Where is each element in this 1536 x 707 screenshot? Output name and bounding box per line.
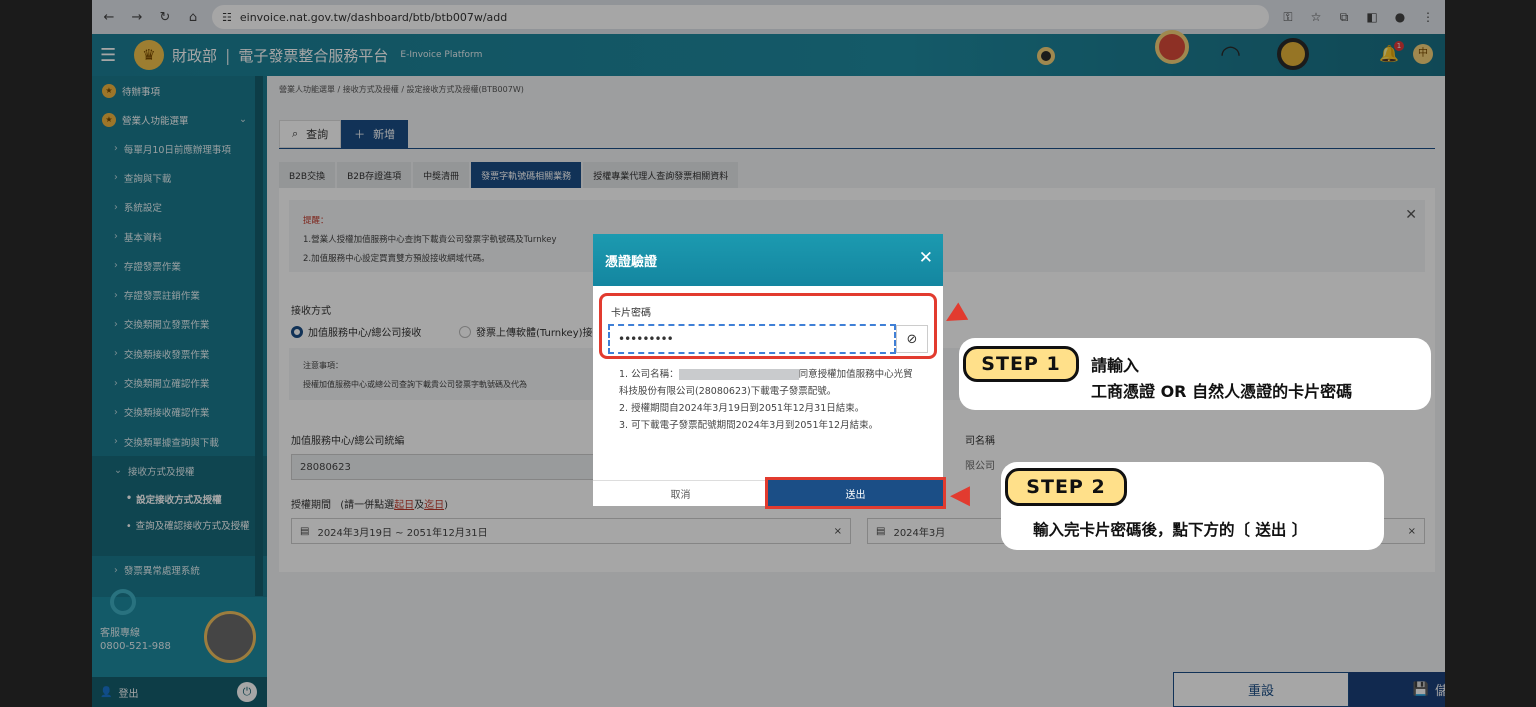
dialog-header: 憑證驗證	[593, 234, 943, 286]
step1-line1: 請輸入	[1091, 356, 1140, 375]
step2-text: 輸入完卡片密碼後，點下方的〔 送出 〕	[1033, 521, 1308, 539]
terms-text: 公司名稱：	[631, 369, 679, 380]
terms-number: 1.	[619, 369, 629, 380]
terms-item: 1. 公司名稱： 同意授權加值服務中心光貿科技股份有限公司(28080623)下載…	[619, 366, 919, 400]
toggle-visibility-icon[interactable]: ⊘	[896, 325, 928, 353]
terms-item: 2. 授權期間自2024年3月19日到2051年12月31日結束。	[619, 400, 919, 417]
terms-text: 授權期間自2024年3月19日到2051年12月31日結束。	[631, 403, 865, 414]
close-icon[interactable]: ✕	[919, 248, 933, 268]
redacted-company-name	[678, 369, 799, 380]
card-password-input[interactable]: •••••••••	[608, 324, 896, 354]
card-password-label: 卡片密碼	[611, 308, 651, 319]
arrow-left-icon: ◀	[950, 480, 970, 510]
step1-line2: 工商憑證 OR 自然人憑證的卡片密碼	[1091, 382, 1353, 401]
dialog-title: 憑證驗證	[605, 254, 658, 270]
dialog-terms-list: 1. 公司名稱： 同意授權加值服務中心光貿科技股份有限公司(28080623)下載…	[619, 366, 919, 434]
terms-text: 可下載電子發票配號期間2024年3月到2051年12月結束。	[631, 420, 879, 431]
submit-button[interactable]: 送出	[765, 477, 946, 509]
terms-number: 2.	[619, 403, 629, 414]
cancel-button[interactable]: 取消	[593, 480, 768, 506]
step1-callout: STEP 1 請輸入 工商憑證 OR 自然人憑證的卡片密碼	[959, 338, 1431, 410]
step1-badge: STEP 1	[963, 346, 1079, 382]
terms-number: 3.	[619, 420, 629, 431]
certificate-verify-dialog: 憑證驗證 ✕ 卡片密碼 ••••••••• ⊘ 1. 公司名稱： 同意授權加值服務…	[593, 234, 946, 509]
terms-item: 3. 可下載電子發票配號期間2024年3月到2051年12月結束。	[619, 417, 919, 434]
step2-callout: STEP 2 輸入完卡片密碼後，點下方的〔 送出 〕	[1001, 462, 1384, 550]
step2-badge: STEP 2	[1005, 468, 1127, 506]
screen-frame: ← → ↻ ⌂ ☷ einvoice.nat.gov.tw/dashboard/…	[92, 0, 1445, 707]
